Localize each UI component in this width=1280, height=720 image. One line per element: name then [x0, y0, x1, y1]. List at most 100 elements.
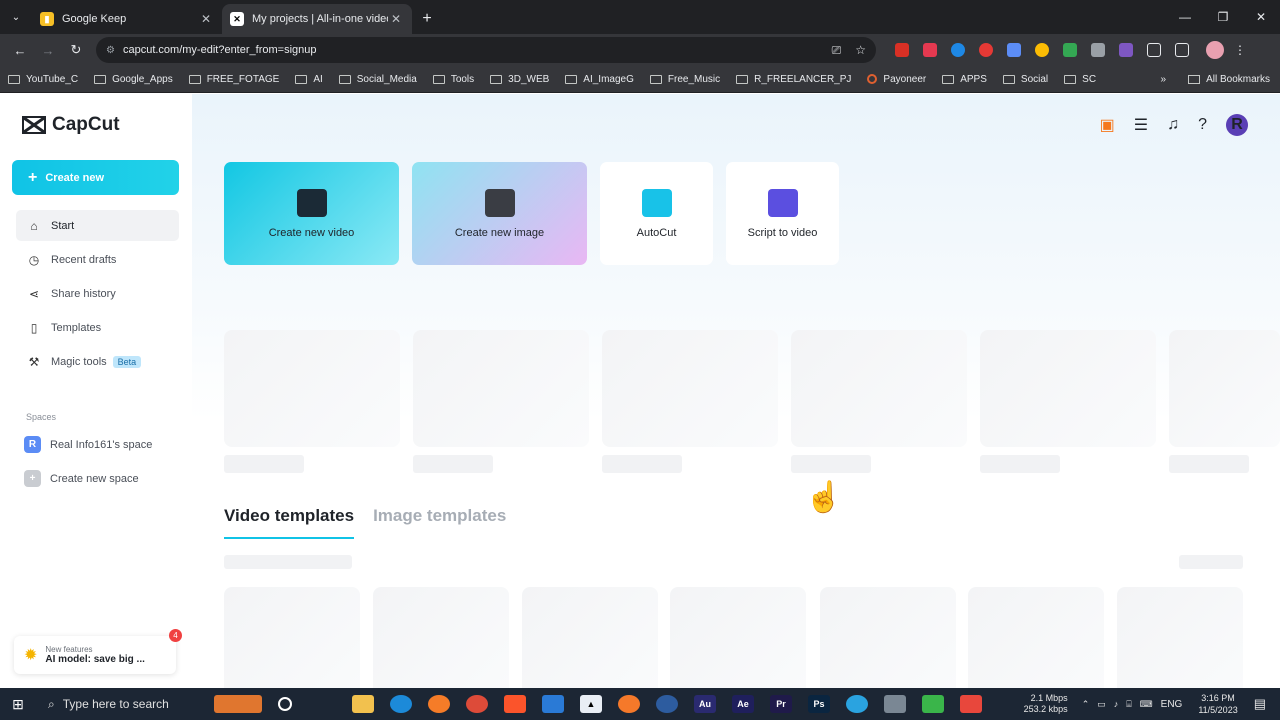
bookmark-folder[interactable]: SC: [1064, 74, 1096, 85]
bookmark-folder[interactable]: Free_Music: [649, 74, 720, 85]
volume-icon[interactable]: ♪: [1114, 699, 1119, 709]
extension-icon[interactable]: [895, 43, 909, 57]
more-bookmarks-icon[interactable]: »: [1161, 74, 1167, 85]
loading-placeholder: [1169, 455, 1249, 473]
sidebar-item-templates[interactable]: ▯ Templates: [16, 312, 179, 343]
firefox-icon[interactable]: [428, 695, 450, 713]
sidebar-item-start[interactable]: ⌂ Start: [16, 210, 179, 241]
bookmark-folder[interactable]: Social_Media: [338, 74, 417, 85]
back-button[interactable]: ←: [6, 36, 34, 64]
clock[interactable]: 3:16 PM 11/5/2023: [1198, 692, 1237, 716]
edge-icon[interactable]: [390, 695, 412, 713]
extension-icon[interactable]: [951, 43, 965, 57]
tab-video-templates[interactable]: Video templates: [224, 506, 355, 539]
audition-icon[interactable]: Au: [694, 695, 716, 713]
tab-search-button[interactable]: ⌄: [0, 0, 32, 34]
bookmark-folder[interactable]: AI: [295, 74, 323, 85]
create-new-button[interactable]: + Create new: [12, 160, 179, 195]
script-to-video-card[interactable]: Script to video: [726, 162, 839, 265]
help-icon[interactable]: ?: [1198, 116, 1207, 134]
create-new-image-card[interactable]: Create new image: [412, 162, 587, 265]
capcut-desktop-icon[interactable]: [960, 695, 982, 713]
reload-button[interactable]: ↻: [62, 36, 90, 64]
bookmark-folder[interactable]: Google_Apps: [94, 74, 173, 85]
close-tab-icon[interactable]: ✕: [388, 12, 404, 26]
site-info-icon[interactable]: ⚙: [106, 45, 115, 56]
loading-placeholder: [413, 455, 493, 473]
brave-icon[interactable]: [504, 695, 526, 713]
photoshop-icon[interactable]: Ps: [808, 695, 830, 713]
telegram-icon[interactable]: [846, 695, 868, 713]
extension-icon[interactable]: [1007, 43, 1021, 57]
browser-tab-google-keep[interactable]: ▮ Google Keep ✕: [32, 4, 222, 34]
app-icon[interactable]: [884, 695, 906, 713]
user-avatar[interactable]: R: [1226, 114, 1248, 136]
forward-button[interactable]: →: [34, 36, 62, 64]
premiere-icon[interactable]: Pr: [770, 695, 792, 713]
extensions-puzzle-icon[interactable]: [1147, 43, 1161, 57]
new-tab-button[interactable]: +: [412, 4, 442, 34]
bell-icon[interactable]: ♫: [1167, 116, 1179, 134]
vscode-icon[interactable]: [542, 695, 564, 713]
chrome-icon[interactable]: [466, 695, 488, 713]
file-explorer-icon[interactable]: [352, 695, 374, 713]
bookmark-label: Google_Apps: [112, 73, 173, 85]
browser-profile-avatar[interactable]: [1206, 41, 1224, 59]
bookmark-folder[interactable]: APPS: [942, 74, 987, 85]
address-bar[interactable]: ⚙ capcut.com/my-edit?enter_from=signup ⎚…: [96, 37, 876, 63]
bookmark-folder[interactable]: R_FREELANCER_PJ: [736, 74, 851, 85]
bookmark-folder[interactable]: AI_ImageG: [565, 74, 634, 85]
space-item[interactable]: R Real Info161's space: [24, 436, 152, 453]
sidebar-item-share-history[interactable]: ⋖ Share history: [16, 278, 179, 309]
bookmark-folder[interactable]: Tools: [432, 74, 474, 85]
after-effects-icon[interactable]: Ae: [732, 695, 754, 713]
windows-start-icon[interactable]: ⊞: [0, 688, 36, 720]
bookmark-star-icon[interactable]: ☆: [855, 43, 866, 57]
all-bookmarks[interactable]: » All Bookmarks: [1161, 74, 1270, 85]
inbox-icon[interactable]: ☰: [1134, 115, 1148, 135]
tab-image-templates[interactable]: Image templates: [373, 506, 506, 539]
battery-icon[interactable]: ▭: [1097, 699, 1106, 710]
notification-center-icon[interactable]: ▤: [1254, 696, 1266, 712]
new-features-card[interactable]: ✹ New features AI model: save big ...: [14, 636, 176, 674]
extension-icon[interactable]: [923, 43, 937, 57]
network-icon[interactable]: ⌸: [1126, 699, 1131, 710]
install-app-icon[interactable]: ⎚: [832, 43, 842, 58]
create-new-space-button[interactable]: + Create new space: [24, 470, 139, 487]
gift-icon[interactable]: ▣: [1100, 115, 1115, 135]
extension-icon[interactable]: [1035, 43, 1049, 57]
extension-icon[interactable]: [1119, 43, 1133, 57]
sidebar-item-recent-drafts[interactable]: ◷ Recent drafts: [16, 244, 179, 275]
language-indicator[interactable]: ENG: [1161, 699, 1183, 710]
extension-icon[interactable]: [979, 43, 993, 57]
folder-icon: [432, 74, 445, 84]
bookmark-folder[interactable]: 3D_WEB: [490, 74, 549, 85]
news-widget-icon[interactable]: [214, 695, 262, 713]
cortana-icon[interactable]: [278, 697, 292, 711]
bookmark-folder[interactable]: Social: [1002, 74, 1048, 85]
restore-icon[interactable]: ❐: [1204, 0, 1242, 34]
app-icon[interactable]: [656, 695, 678, 713]
taskbar-search[interactable]: ⌕ Type here to search: [36, 688, 206, 720]
browser-tab-capcut[interactable]: ✕ My projects | All-in-one video ✕: [222, 4, 412, 34]
capcut-logo[interactable]: CapCut: [22, 114, 120, 136]
app-icon[interactable]: [922, 695, 944, 713]
close-window-icon[interactable]: ✕: [1242, 0, 1280, 34]
extension-icon[interactable]: [1063, 43, 1077, 57]
inkscape-icon[interactable]: ▲: [580, 695, 602, 713]
side-panel-icon[interactable]: [1175, 43, 1189, 57]
keyboard-icon[interactable]: ⌨: [1140, 699, 1153, 710]
extension-icon[interactable]: [1091, 43, 1105, 57]
close-tab-icon[interactable]: ✕: [198, 12, 214, 26]
bookmark-folder[interactable]: YouTube_C: [8, 74, 78, 85]
chevron-up-icon[interactable]: ⌃: [1082, 699, 1090, 710]
bookmark-link[interactable]: Payoneer: [867, 74, 926, 85]
sidebar-item-magic-tools[interactable]: ⚒ Magic tools Beta: [16, 346, 179, 377]
browser-menu-icon[interactable]: ⋮: [1234, 43, 1246, 57]
blender-icon[interactable]: [618, 695, 640, 713]
capcut-logo-icon: [22, 116, 46, 134]
create-new-video-card[interactable]: Create new video: [224, 162, 399, 265]
autocut-card[interactable]: AutoCut: [600, 162, 713, 265]
minimize-icon[interactable]: —: [1166, 0, 1204, 34]
bookmark-folder[interactable]: FREE_FOTAGE: [188, 74, 279, 85]
